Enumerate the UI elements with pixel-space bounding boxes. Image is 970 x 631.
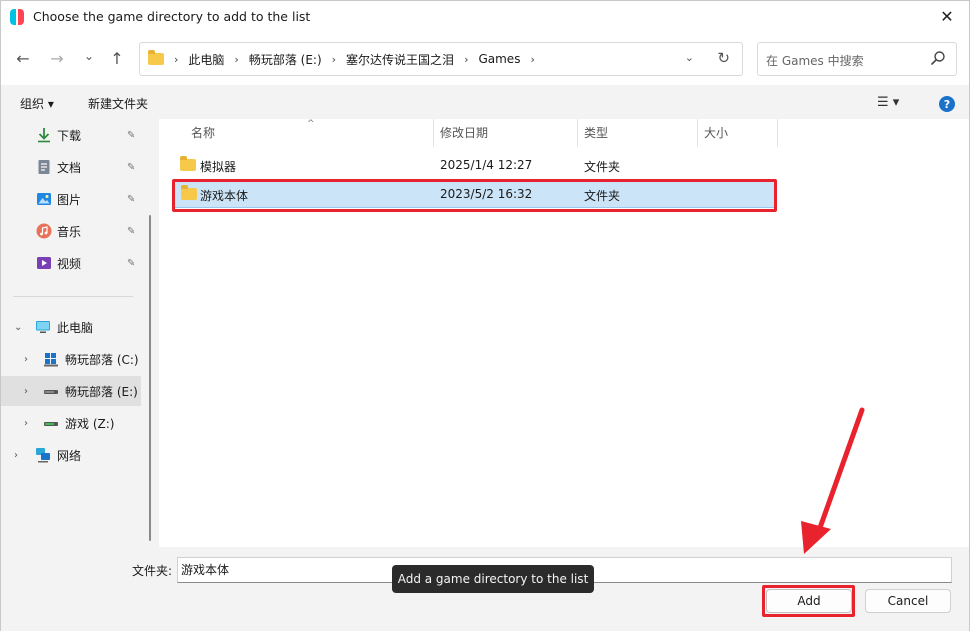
breadcrumb-separator[interactable]: › <box>464 53 468 66</box>
refresh-icon[interactable]: ↻ <box>717 49 730 67</box>
network-icon <box>36 448 50 463</box>
computer-icon <box>36 321 50 333</box>
pin-icon[interactable]: ✎ <box>127 226 135 237</box>
window-title: Choose the game directory to add to the … <box>33 9 311 24</box>
file-type: 文件夹 <box>584 160 621 174</box>
folder-icon <box>181 185 197 200</box>
breadcrumb-zelda-folder[interactable]: 塞尔达传说王国之泪 <box>346 51 454 68</box>
pin-icon[interactable]: ✎ <box>127 258 135 269</box>
add-button[interactable]: Add <box>766 589 852 613</box>
sidebar-divider <box>13 296 133 297</box>
sidebar-item-documents[interactable]: 文档 ✎ <box>1 152 141 182</box>
sidebar-item-downloads[interactable]: 下载 ✎ <box>1 120 141 150</box>
app-logo-icon <box>10 9 24 25</box>
add-tooltip: Add a game directory to the list <box>392 565 594 593</box>
view-options-icon[interactable]: ☰ ▾ <box>877 95 899 110</box>
sidebar-item-label: 下载 <box>57 128 82 143</box>
breadcrumb-separator[interactable]: › <box>234 53 238 66</box>
sidebar-item-label: 游戏 (Z:) <box>65 416 115 431</box>
help-icon[interactable]: ? <box>938 95 956 113</box>
address-dropdown-icon[interactable]: ⌄ <box>685 51 694 64</box>
file-type: 文件夹 <box>584 189 621 203</box>
breadcrumb-drive-e[interactable]: 畅玩部落 (E:) <box>249 51 322 68</box>
drive-icon <box>44 422 58 426</box>
search-placeholder[interactable]: 在 Games 中搜索 <box>766 52 864 69</box>
video-icon <box>37 257 51 269</box>
sidebar-item-label: 图片 <box>57 192 82 207</box>
expanded-chevron-icon[interactable]: ⌄ <box>14 322 22 333</box>
cancel-button[interactable]: Cancel <box>865 589 951 613</box>
sort-ascending-icon: ^ <box>307 119 315 129</box>
sidebar-item-label: 畅玩部落 (C:) <box>65 352 139 367</box>
forward-arrow-icon[interactable]: → <box>47 48 67 70</box>
pin-icon[interactable]: ✎ <box>127 194 135 205</box>
back-arrow-icon[interactable]: ← <box>13 48 33 70</box>
windows-drive-icon <box>44 353 58 367</box>
breadcrumb-games[interactable]: Games <box>478 52 520 66</box>
sidebar-item-label: 畅玩部落 (E:) <box>65 384 138 399</box>
file-modified: 2025/1/4 12:27 <box>440 158 533 172</box>
folder-icon <box>180 156 196 171</box>
close-icon[interactable]: ✕ <box>935 5 959 29</box>
expand-chevron-icon[interactable]: › <box>14 450 18 461</box>
file-list: 名称 ^ 修改日期 类型 大小 模拟器 2025/1/4 12:27 文件夹 游… <box>159 119 969 547</box>
search-box[interactable]: 在 Games 中搜索 <box>757 42 957 76</box>
sidebar-item-drive-c[interactable]: › 畅玩部落 (C:) <box>1 344 141 374</box>
music-icon <box>36 223 52 239</box>
navigation-pane-scrollbar[interactable] <box>149 215 151 541</box>
organize-button[interactable]: 组织 ▾ <box>20 95 54 112</box>
folder-icon <box>148 50 164 65</box>
file-row-game-body[interactable]: 游戏本体 2023/5/2 16:32 文件夹 <box>173 180 775 208</box>
sidebar-item-this-pc[interactable]: ⌄ 此电脑 <box>1 312 141 342</box>
sidebar-item-label: 文档 <box>57 160 82 175</box>
breadcrumb-separator[interactable]: › <box>332 53 336 66</box>
sidebar-item-label: 视频 <box>57 256 82 271</box>
up-arrow-icon[interactable]: ↑ <box>107 48 127 70</box>
sidebar-item-label: 此电脑 <box>57 320 94 335</box>
address-bar[interactable]: › 此电脑 › 畅玩部落 (E:) › 塞尔达传说王国之泪 › Games › … <box>139 42 743 76</box>
navigation-bar: ← → ⌄ ↑ › 此电脑 › 畅玩部落 (E:) › 塞尔达传说王国之泪 › … <box>1 33 969 85</box>
drive-icon <box>44 390 58 394</box>
expand-chevron-icon[interactable]: › <box>24 418 28 429</box>
pin-icon[interactable]: ✎ <box>127 162 135 173</box>
column-divider[interactable] <box>777 119 778 147</box>
sidebar-item-label: 网络 <box>57 448 82 463</box>
document-icon <box>38 160 50 174</box>
breadcrumb-separator[interactable]: › <box>530 53 534 66</box>
picture-icon <box>37 193 51 205</box>
sidebar-item-pictures[interactable]: 图片 ✎ <box>1 184 141 214</box>
sidebar-item-drive-e[interactable]: › 畅玩部落 (E:) <box>1 376 141 406</box>
recent-locations-chevron-icon[interactable]: ⌄ <box>79 45 99 67</box>
pin-icon[interactable]: ✎ <box>127 130 135 141</box>
column-header-type[interactable]: 类型 <box>576 119 608 147</box>
dialog-footer: 文件夹: 游戏本体 Add a game directory to the li… <box>1 547 969 631</box>
sidebar-item-network[interactable]: › 网络 <box>1 440 141 470</box>
title-bar: Choose the game directory to add to the … <box>1 1 969 33</box>
breadcrumb-separator: › <box>174 52 179 66</box>
search-icon[interactable] <box>930 50 946 66</box>
new-folder-button[interactable]: 新建文件夹 <box>88 95 148 112</box>
folder-field-label: 文件夹: <box>132 564 173 578</box>
expand-chevron-icon[interactable]: › <box>24 354 28 365</box>
file-row-emulator[interactable]: 模拟器 2025/1/4 12:27 文件夹 <box>173 152 775 180</box>
svg-text:?: ? <box>944 98 950 111</box>
column-header-modified[interactable]: 修改日期 <box>432 119 488 147</box>
file-name: 游戏本体 <box>200 189 249 203</box>
file-modified: 2023/5/2 16:32 <box>440 187 533 201</box>
command-bar: 组织 ▾ 新建文件夹 ☰ ▾ <box>1 85 969 119</box>
sidebar-item-label: 音乐 <box>57 224 82 239</box>
column-header-size[interactable]: 大小 <box>696 119 728 147</box>
file-name: 模拟器 <box>200 160 237 174</box>
breadcrumb-this-pc[interactable]: 此电脑 <box>188 51 224 68</box>
download-icon <box>38 128 50 143</box>
navigation-pane: 下载 ✎ 文档 ✎ 图片 ✎ 音乐 ✎ 视频 ✎ ⌄ 此电脑 › 畅玩部落 (C… <box>1 119 149 547</box>
sidebar-item-videos[interactable]: 视频 ✎ <box>1 248 141 278</box>
file-dialog: Choose the game directory to add to the … <box>0 0 970 631</box>
sidebar-item-music[interactable]: 音乐 ✎ <box>1 216 141 246</box>
sidebar-item-drive-z[interactable]: › 游戏 (Z:) <box>1 408 141 438</box>
expand-chevron-icon[interactable]: › <box>24 386 28 397</box>
column-header-name[interactable]: 名称 <box>183 119 215 147</box>
